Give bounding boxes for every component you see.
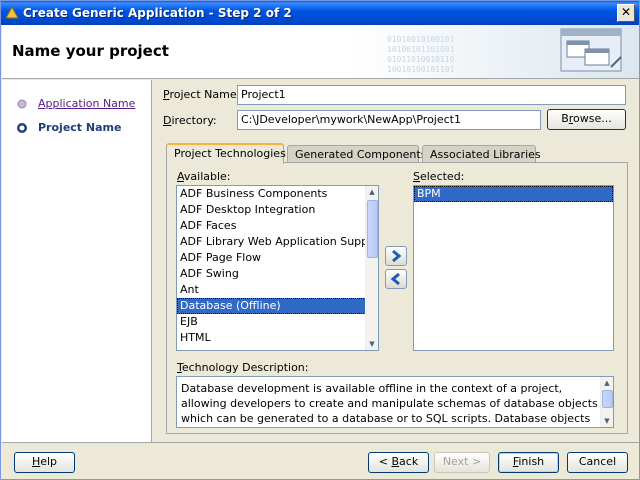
project-name-input[interactable]: Project1 [237,85,626,105]
available-label: Available: [177,170,231,183]
scroll-down-icon[interactable]: ▼ [601,415,613,427]
nav-item-label: Application Name [38,97,136,110]
tab-associated-libraries[interactable]: Associated Libraries [422,145,541,163]
title-bar[interactable]: Create Generic Application - Step 2 of 2… [1,1,639,25]
technology-description-text: Database development is available offlin… [181,382,598,425]
finish-button[interactable]: Finish [498,452,559,473]
nav-item-application-name[interactable]: Application Name [2,94,152,114]
dialog-window: Create Generic Application - Step 2 of 2… [0,0,640,480]
tab-panel: Available: ADF Business Components ADF D… [166,162,628,434]
app-icon [5,6,19,19]
scroll-thumb[interactable] [367,200,378,258]
back-button[interactable]: < Back [368,452,429,473]
list-item[interactable]: ADF Library Web Application Support [177,234,378,250]
directory-input[interactable]: C:\JDeveloper\mywork\NewApp\Project1 [237,110,541,130]
wizard-header: Name your project 01010010100101 1010010… [2,25,639,79]
technology-description-label: Technology Description: [177,361,309,374]
browse-button[interactable]: Browse... [547,109,626,130]
nav-item-project-name[interactable]: Project Name [2,118,152,138]
project-name-label: Project Name: [163,88,241,101]
scroll-down-icon[interactable]: ▼ [366,338,378,350]
list-item[interactable]: ADF Faces [177,218,378,234]
tab-generated-components[interactable]: Generated Components [287,145,426,163]
description-scrollbar[interactable]: ▲ ▼ [600,377,613,427]
close-icon[interactable]: ✕ [617,4,635,22]
list-item[interactable]: Database (Offline) [177,298,378,314]
selected-label: Selected: [413,170,465,183]
list-item[interactable]: ADF Desktop Integration [177,202,378,218]
list-item[interactable]: BPM [414,186,613,202]
move-left-button[interactable] [385,269,407,289]
step-current-icon [17,123,27,133]
list-item[interactable]: ADF Page Flow [177,250,378,266]
directory-label: Directory: [163,114,217,127]
step-visited-icon [17,99,27,109]
page-title: Name your project [12,42,169,60]
technology-description[interactable]: Database development is available offlin… [176,376,614,428]
wizard-nav: Application Name Project Name [2,80,152,442]
tab-project-technologies[interactable]: Project Technologies [166,143,286,164]
scroll-thumb[interactable] [602,390,613,408]
arrow-right-icon [392,249,402,263]
window-title: Create Generic Application - Step 2 of 2 [23,6,292,20]
available-scrollbar[interactable]: ▲ ▼ [365,186,378,350]
list-item[interactable]: Ant [177,282,378,298]
available-list[interactable]: ADF Business Components ADF Desktop Inte… [176,185,379,351]
scroll-up-icon[interactable]: ▲ [366,186,378,198]
selected-list[interactable]: BPM [413,185,614,351]
scroll-up-icon[interactable]: ▲ [601,377,613,389]
list-item[interactable]: ADF Business Components [177,186,378,202]
list-item[interactable]: HTML [177,330,378,346]
next-button[interactable]: Next > [434,452,490,473]
help-button[interactable]: Help [14,452,75,473]
arrow-left-icon [390,272,400,286]
footer-divider [2,442,639,443]
list-item[interactable]: EJB [177,314,378,330]
cancel-button[interactable]: Cancel [567,452,628,473]
binary-decoration: 01010010100101 10100101101001 0101101001… [387,35,455,74]
wizard-window-icon [560,28,622,72]
move-right-button[interactable] [385,246,407,266]
nav-item-label: Project Name [38,121,122,134]
list-item[interactable]: ADF Swing [177,266,378,282]
